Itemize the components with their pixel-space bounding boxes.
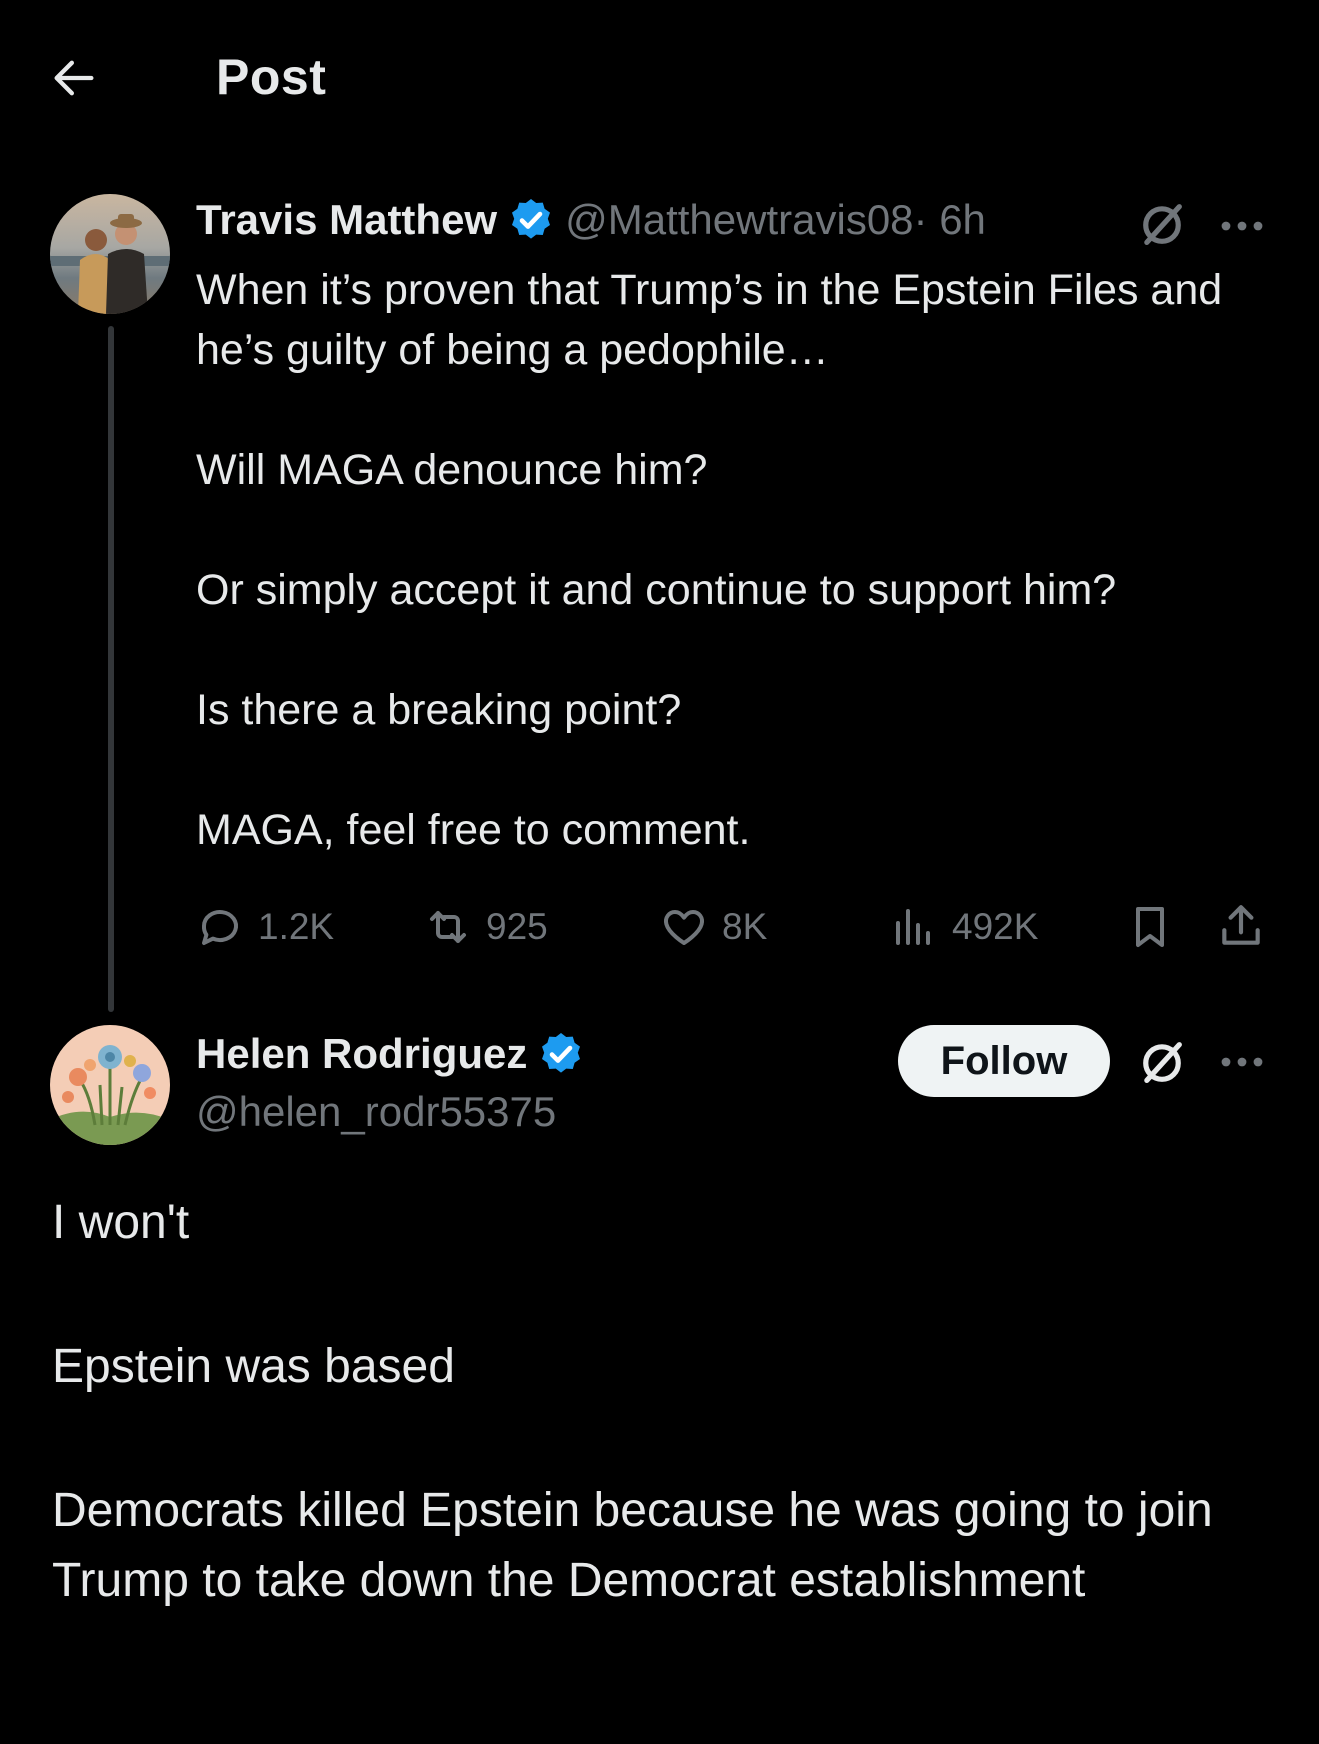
post-paragraph: Is there a breaking point? [196,686,682,734]
share-icon [1222,905,1260,945]
thread-connector [108,326,114,1012]
back-button[interactable] [48,52,112,108]
verified-badge-icon [512,199,551,239]
post-paragraph: When it’s proven that Trump’s in the Eps… [196,266,1223,374]
grok-icon[interactable] [1136,1036,1188,1088]
arrow-left-icon [54,60,94,96]
reply-paragraph: Epstein was based [52,1340,455,1393]
reply-icon [201,910,238,945]
views-chart-icon [896,909,930,945]
views-count: 492K [952,906,1039,947]
like-button[interactable]: 8K [660,903,767,951]
share-button[interactable] [1216,901,1266,951]
heart-icon [664,910,704,945]
reply-paragraph: Democrats killed Epstein because he was … [52,1484,1213,1607]
post-paragraph: MAGA, feel free to comment. [196,806,751,854]
repost-count: 925 [486,906,548,947]
author-handle[interactable]: @Matthewtravis08 [565,196,913,244]
repost-icon [430,911,466,943]
page-title: Post [216,49,327,105]
avatar-photo [50,194,170,314]
post-text: When it’s proven that Trump’s in the Eps… [196,260,1226,860]
post-author-line: Travis Matthew @Matthewtravis08 · 6h [196,196,986,244]
reply-author-name[interactable]: Helen Rodriguez [196,1030,527,1078]
views-button[interactable]: 492K [890,903,1038,951]
follow-button[interactable]: Follow [898,1025,1110,1097]
avatar-travis[interactable] [50,194,170,314]
grok-icon[interactable] [1136,198,1188,250]
reply-count: 1.2K [258,906,335,947]
avatar-flowers-image [50,1025,170,1145]
bookmark-button[interactable] [1126,903,1174,951]
author-name[interactable]: Travis Matthew [196,196,497,244]
bookmark-icon [1136,907,1164,947]
avatar-helen[interactable] [50,1025,170,1145]
post-paragraph: Or simply accept it and continue to supp… [196,566,1117,614]
more-options-icon[interactable] [1214,1042,1270,1082]
reply-text: I won't Epstein was based Democrats kill… [52,1188,1252,1616]
more-options-icon[interactable] [1214,206,1270,246]
post-time: · 6h [913,196,986,243]
repost-button[interactable]: 925 [424,903,548,951]
reply-author-line: Helen Rodriguez [196,1030,585,1078]
post-paragraph: Will MAGA denounce him? [196,446,708,494]
reply-author-handle[interactable]: @helen_rodr55375 [196,1088,556,1136]
reply-paragraph: I won't [52,1196,190,1249]
verified-badge-icon [542,1033,581,1073]
reply-button[interactable]: 1.2K [196,903,334,951]
like-count: 8K [722,906,768,947]
